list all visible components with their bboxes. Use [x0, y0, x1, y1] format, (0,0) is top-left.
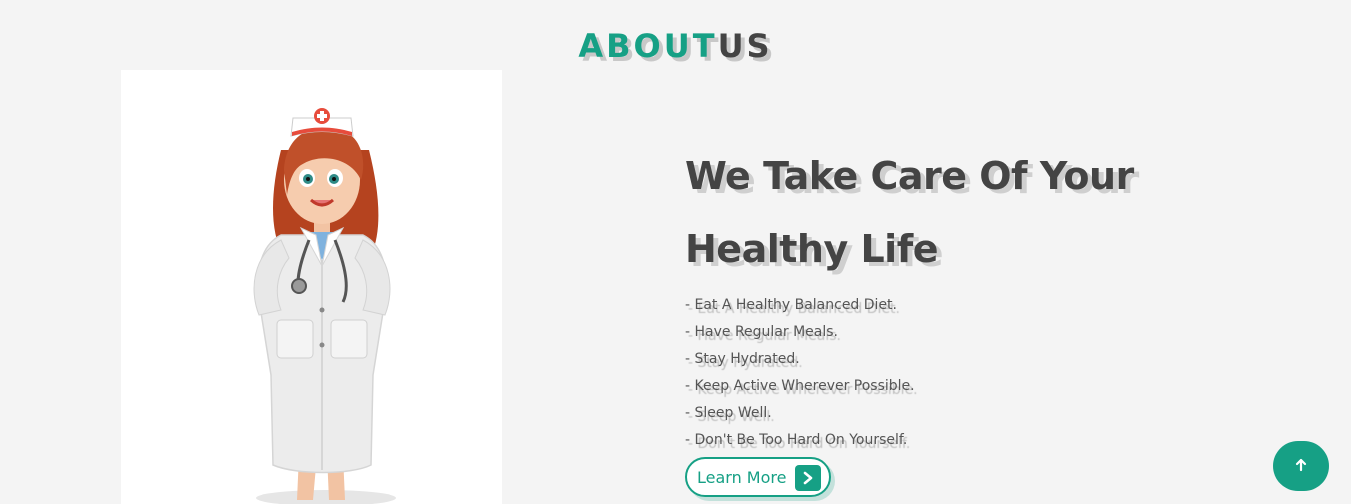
- section-title: ABOUTUS: [0, 27, 1351, 65]
- nurse-illustration: [121, 70, 502, 504]
- section-title-accent: ABOUT: [578, 27, 718, 66]
- scroll-to-top-button[interactable]: [1273, 441, 1329, 491]
- health-tip-item: - Sleep Well.: [685, 405, 772, 421]
- learn-more-label: Learn More: [697, 467, 787, 487]
- section-title-rest: US: [717, 27, 773, 66]
- health-tip-item: - Stay Hydrated.: [685, 351, 800, 367]
- health-tip-item: - Eat A Healthy Balanced Diet.: [685, 297, 897, 313]
- about-content: We Take Care Of Your Healthy Life - Eat …: [685, 140, 1305, 454]
- health-tips-list: - Eat A Healthy Balanced Diet. - Have Re…: [685, 292, 1305, 454]
- arrow-up-icon: [1294, 457, 1308, 476]
- about-headline: We Take Care Of Your Healthy Life: [685, 154, 1134, 271]
- chevron-right-icon: [795, 465, 821, 491]
- health-tip-item: - Keep Active Wherever Possible.: [685, 378, 915, 394]
- learn-more-button[interactable]: Learn More: [685, 457, 831, 497]
- nurse-illustration-svg: [253, 108, 396, 504]
- health-tip-item: - Don't Be Too Hard On Yourself.: [685, 432, 908, 448]
- health-tip-item: - Have Regular Meals.: [685, 324, 839, 340]
